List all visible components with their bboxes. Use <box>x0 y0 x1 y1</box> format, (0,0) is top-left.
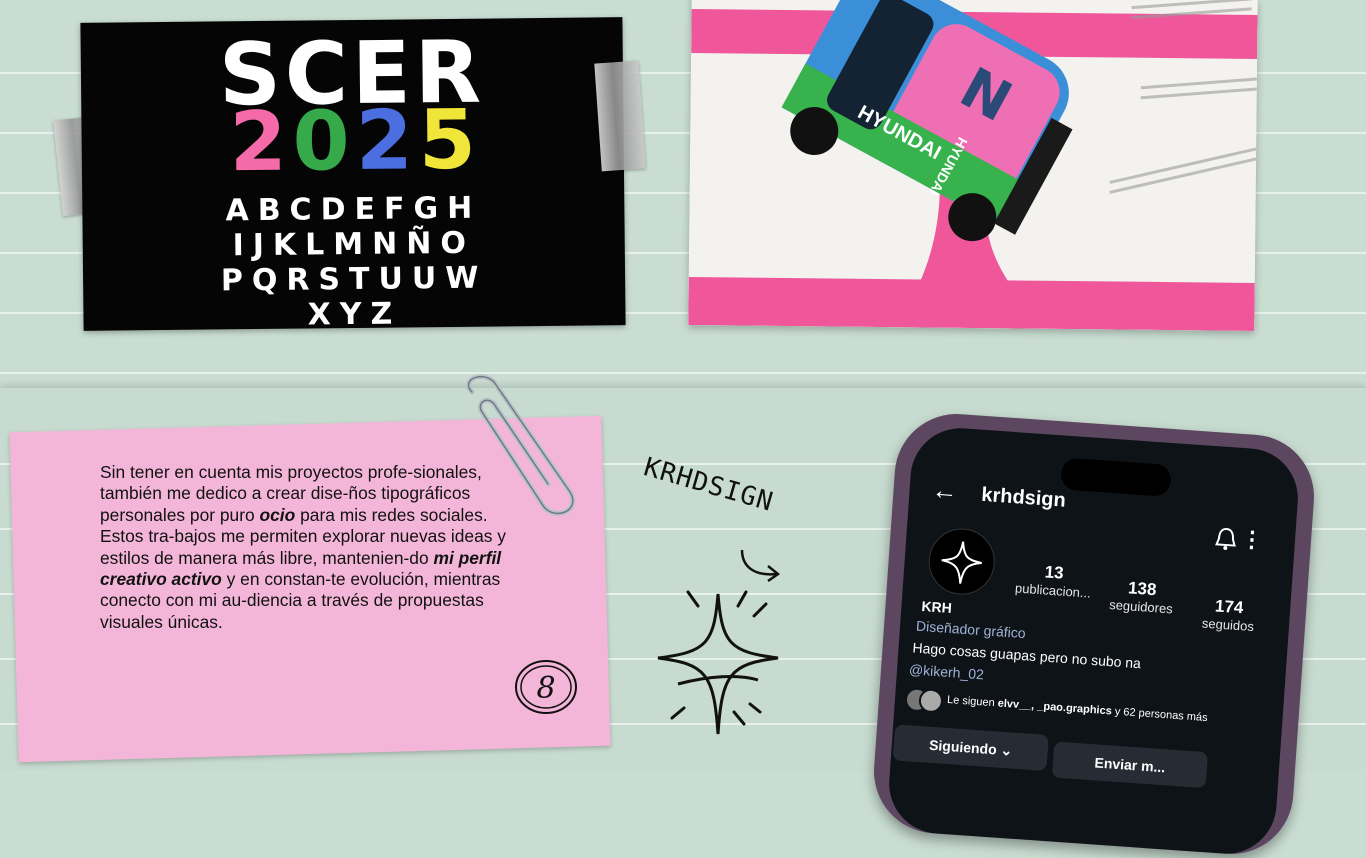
more-options-icon[interactable]: ⋮ <box>1240 526 1264 553</box>
type-specimen-poster: SCER 2 0 2 5 ABCDEFGH IJKLMNÑO PQRSTUUW … <box>80 17 626 332</box>
alphabet-line: ABCDEFGH <box>225 190 482 229</box>
followed-by-text: Le siguen elvv__, _pao.graphics y 62 per… <box>947 694 1208 724</box>
bell-icon[interactable] <box>1214 526 1238 551</box>
paperclip-icon <box>466 374 576 516</box>
phone-mockup: ← krhdsign ⋮ 13 publicacion... 138 segui… <box>869 409 1319 858</box>
curved-arrow-icon <box>740 549 781 583</box>
poster-title: SCER <box>218 22 486 126</box>
followed-by-suffix: y 62 personas más <box>1114 705 1208 725</box>
year-digit: 2 <box>229 94 288 191</box>
followed-by-names[interactable]: elvv__, _pao.graphics <box>997 697 1112 717</box>
year-digit: 0 <box>292 94 351 190</box>
follower-avatars <box>904 687 945 714</box>
profile-username: krhdsign <box>980 483 1067 512</box>
posts-stat[interactable]: 13 publicacion... <box>1007 560 1101 601</box>
year-digit: 2 <box>355 93 414 189</box>
followed-by-prefix: Le siguen <box>946 693 996 710</box>
sparkle-logo-icon <box>657 590 779 735</box>
display-name: KRH <box>920 597 953 616</box>
alphabet-line: IJKLMNÑO <box>232 225 476 264</box>
rally-car-photo: N HYUNDAI HYUNDAI <box>688 0 1258 331</box>
alphabet-line: XYZ <box>307 296 402 333</box>
profile-category: Diseñador gráfico <box>915 617 1027 642</box>
alphabet-line: PQRSTUUW <box>220 260 488 299</box>
profile-handle-link[interactable]: @kikerh_02 <box>909 661 985 682</box>
instagram-profile-screen: ← krhdsign ⋮ 13 publicacion... 138 segui… <box>885 424 1302 858</box>
following-button[interactable]: Siguiendo ⌄ <box>892 724 1049 772</box>
following-stat[interactable]: 174 seguidos <box>1187 595 1271 636</box>
following-button-label: Siguiendo <box>928 736 998 758</box>
tape-strip-right <box>594 60 646 172</box>
chevron-down-icon: ⌄ <box>1000 741 1013 759</box>
message-button[interactable]: Enviar m... <box>1051 741 1209 789</box>
note-emphasis: ocio <box>259 504 296 525</box>
badge-number: 8 <box>536 671 555 706</box>
avatar[interactable] <box>926 526 997 597</box>
sparkle-avatar-icon <box>941 541 982 584</box>
followers-stat[interactable]: 138 seguidores <box>1098 576 1186 617</box>
car-illustration: N HYUNDAI HYUNDAI <box>688 0 1258 331</box>
back-arrow-icon[interactable]: ← <box>931 474 959 507</box>
badge-circle-icon: 8 <box>515 660 577 714</box>
year-digit: 5 <box>418 92 477 189</box>
dynamic-island <box>1060 457 1172 497</box>
